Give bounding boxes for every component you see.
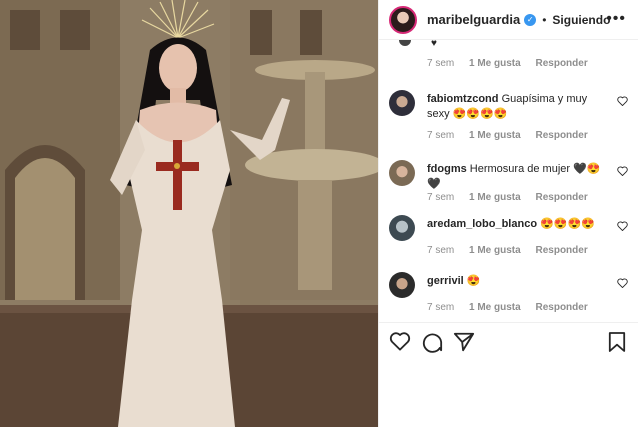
comment-like-heart-icon[interactable] <box>617 166 628 176</box>
comment-text: 😍 <box>466 275 481 287</box>
more-options-icon[interactable]: ••• <box>606 10 626 28</box>
comment-icon[interactable] <box>421 331 443 353</box>
partial-comment-meta: 7 sem 1 Me gusta Responder <box>427 58 600 69</box>
post-side-panel: maribelguardia ✓ • Siguiendo ••• ♥ 7 sem… <box>378 0 638 427</box>
following-button[interactable]: Siguiendo <box>552 13 610 27</box>
comment-time: 7 sem <box>427 302 455 313</box>
comment-time: 7 sem <box>427 130 455 141</box>
comment-like-heart-icon[interactable] <box>617 221 628 231</box>
comment-body: aredam_lobo_blanco 😍😍😍😍 <box>427 217 612 232</box>
author-avatar[interactable] <box>389 5 417 34</box>
comment-likes[interactable]: 1 Me gusta <box>469 302 521 313</box>
comment-likes[interactable]: 1 Me gusta <box>469 58 521 69</box>
partial-comment-heart-icon: ♥ <box>431 40 437 49</box>
comment-time: 7 sem <box>427 192 455 203</box>
comment-like-heart-icon[interactable] <box>617 278 628 288</box>
comment-meta: 7 sem 1 Me gusta Responder <box>427 302 600 313</box>
comment-reply-button[interactable]: Responder <box>535 58 587 69</box>
comment-body: fabiomtzcond Guapísima y muy sexy 😍😍😍😍 <box>427 92 612 122</box>
heart-icon[interactable] <box>389 331 411 351</box>
post-image[interactable] <box>0 0 378 427</box>
comments-list: ♥ 7 sem 1 Me gusta Responder fabiomtzcon… <box>379 40 638 323</box>
comment-username[interactable]: fabiomtzcond <box>427 93 499 105</box>
share-icon[interactable] <box>453 331 475 353</box>
post-actions-bar <box>379 322 638 363</box>
comment-reply-button[interactable]: Responder <box>535 192 587 203</box>
comment-like-heart-icon[interactable] <box>617 96 628 106</box>
comment-likes[interactable]: 1 Me gusta <box>469 192 521 203</box>
comment-meta: 7 sem 1 Me gusta Responder <box>427 192 600 203</box>
post-header: maribelguardia ✓ • Siguiendo ••• <box>379 0 638 40</box>
comment-likes[interactable]: 1 Me gusta <box>469 245 521 256</box>
comment-meta: 7 sem 1 Me gusta Responder <box>427 245 600 256</box>
header-separator: • <box>542 12 547 27</box>
bookmark-icon[interactable] <box>608 331 626 353</box>
comment-body: gerrivil 😍 <box>427 274 612 289</box>
comment-meta: 7 sem 1 Me gusta Responder <box>427 130 600 141</box>
comment-body: fdogms Hermosura de mujer 🖤😍🖤 <box>427 162 612 192</box>
comment-reply-button[interactable]: Responder <box>535 245 587 256</box>
comment-reply-button[interactable]: Responder <box>535 302 587 313</box>
comment-avatar[interactable] <box>389 272 415 298</box>
comment-time: 7 sem <box>427 58 455 69</box>
verified-badge-icon: ✓ <box>524 13 537 26</box>
comment-username[interactable]: aredam_lobo_blanco <box>427 218 537 230</box>
comment-reply-button[interactable]: Responder <box>535 130 587 141</box>
comment-avatar[interactable] <box>389 215 415 241</box>
post-photo-illustration <box>0 0 378 427</box>
comment-likes[interactable]: 1 Me gusta <box>469 130 521 141</box>
comment-username[interactable]: fdogms <box>427 163 467 175</box>
partial-comment-avatar[interactable] <box>399 40 411 46</box>
comment-username[interactable]: gerrivil <box>427 275 464 287</box>
author-username[interactable]: maribelguardia <box>427 12 520 27</box>
comment-avatar[interactable] <box>389 160 415 186</box>
comment-time: 7 sem <box>427 245 455 256</box>
comment-text: 😍😍😍😍 <box>540 218 595 230</box>
comment-avatar[interactable] <box>389 90 415 116</box>
